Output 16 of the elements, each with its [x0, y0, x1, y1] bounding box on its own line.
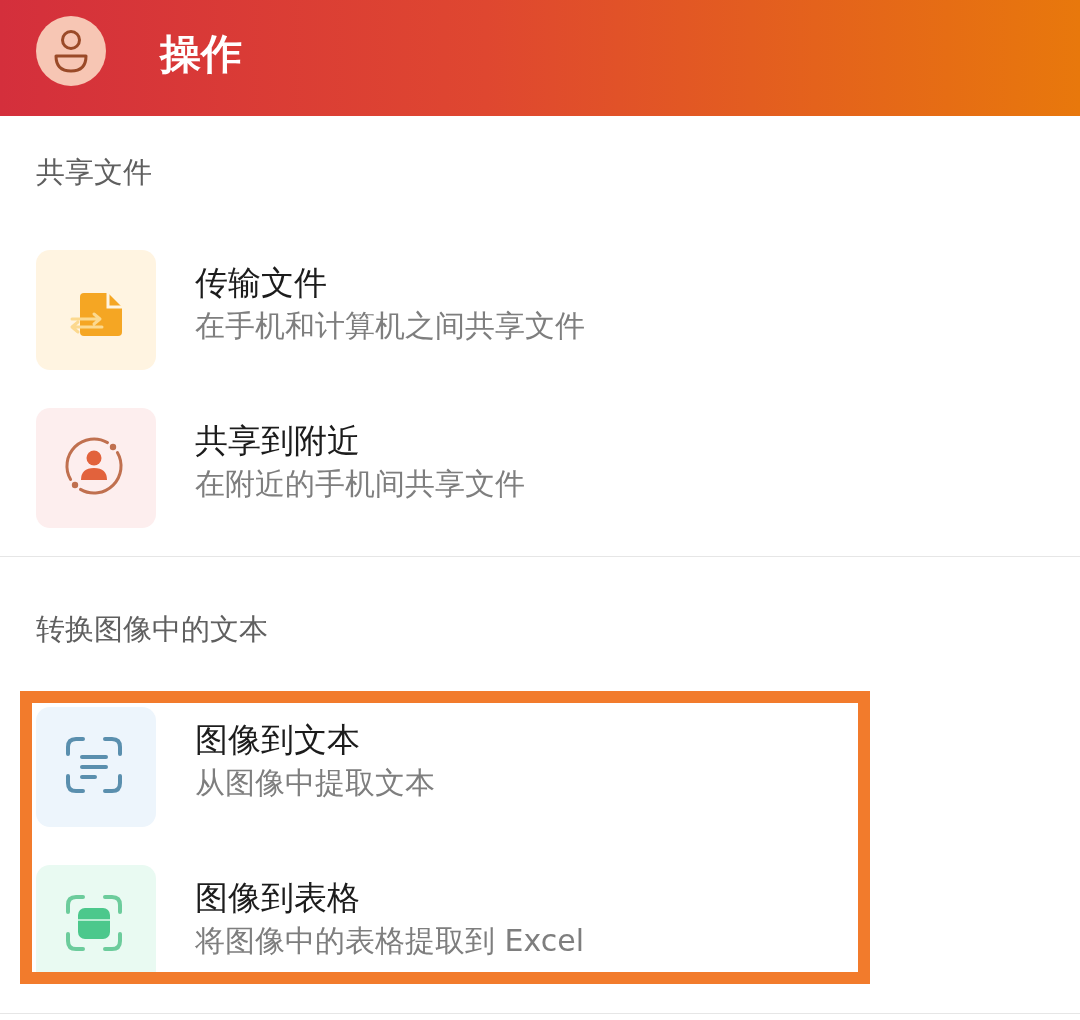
scan-table-icon[interactable]: [36, 865, 156, 972]
item-description: 在手机和计算机之间共享文件: [195, 307, 585, 345]
file-transfer-icon[interactable]: [36, 250, 156, 370]
item-title[interactable]: 传输文件: [195, 263, 327, 303]
page-title: 操作: [160, 29, 242, 79]
section-heading: 共享文件: [36, 154, 152, 191]
scan-text-icon[interactable]: [36, 707, 156, 827]
item-title[interactable]: 图像到表格: [195, 878, 360, 918]
section-heading: 转换图像中的文本: [36, 611, 268, 648]
avatar-icon[interactable]: [36, 16, 106, 86]
item-title[interactable]: 图像到文本: [195, 720, 360, 760]
item-description: 从图像中提取文本: [195, 764, 435, 802]
item-description: 在附近的手机间共享文件: [195, 465, 525, 503]
item-description: 将图像中的表格提取到 Excel: [195, 922, 584, 960]
item-title[interactable]: 共享到附近: [195, 421, 360, 461]
nearby-share-icon[interactable]: [36, 408, 156, 528]
